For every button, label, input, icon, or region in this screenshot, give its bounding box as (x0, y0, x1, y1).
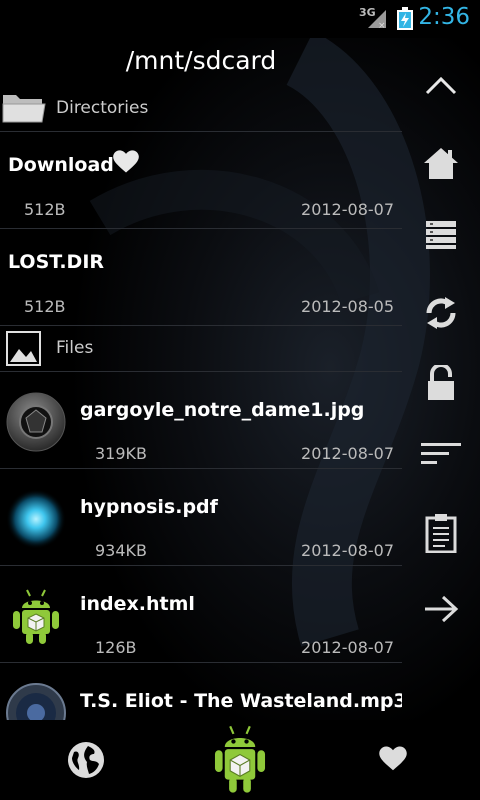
refresh-button[interactable] (412, 288, 470, 338)
sort-icon (421, 443, 461, 464)
lock-icon (428, 365, 454, 400)
favorite-heart-icon[interactable] (112, 148, 140, 176)
camera-aperture-icon (6, 392, 66, 452)
android-button[interactable] (205, 722, 275, 798)
up-arrow-icon (425, 76, 457, 95)
file-row[interactable]: T.S. Eliot - The Wasteland.mp3 (0, 663, 402, 720)
directory-size: 512B (24, 200, 66, 219)
directory-date: 2012-08-07 (301, 200, 394, 219)
file-date: 2012-08-07 (301, 541, 394, 560)
directory-row[interactable]: LOST.DIR 512B 2012-08-05 (0, 229, 402, 326)
clipboard-button[interactable] (412, 508, 470, 558)
list-view-icon (426, 221, 456, 249)
directory-size: 512B (24, 297, 66, 316)
lock-button[interactable] (412, 358, 470, 408)
file-name: hypnosis.pdf (80, 496, 218, 518)
list-view-button[interactable] (412, 210, 470, 260)
file-name: gargoyle_notre_dame1.jpg (80, 399, 365, 421)
directory-row[interactable]: Download 512B 2012-08-07 (0, 132, 402, 229)
file-size: 126B (95, 638, 137, 657)
web-button[interactable] (62, 736, 110, 784)
file-size: 319KB (95, 444, 148, 463)
sort-button[interactable] (412, 430, 470, 480)
file-date: 2012-08-07 (301, 444, 394, 463)
side-toolbar (404, 38, 480, 678)
refresh-icon (426, 297, 456, 329)
file-list[interactable]: Directories Download 512B 2012-08-07 LOS… (0, 86, 402, 720)
status-clock: 2:36 (418, 4, 470, 30)
battery-charging-icon (397, 7, 413, 30)
home-button[interactable] (412, 138, 470, 188)
file-name: index.html (80, 593, 195, 615)
signal-icon: × (368, 10, 386, 30)
status-bar: 3G × 2:36 (0, 0, 480, 38)
favorites-button[interactable] (370, 736, 416, 782)
file-row[interactable]: hypnosis.pdf 934KB 2012-08-07 (0, 469, 402, 566)
heart-icon (379, 746, 407, 771)
up-button[interactable] (412, 60, 470, 110)
svg-text:×: × (378, 21, 386, 30)
files-label: Files (56, 338, 94, 358)
android-robot-icon (214, 725, 266, 793)
forward-arrow-icon (425, 595, 459, 623)
directory-date: 2012-08-05 (301, 297, 394, 316)
bottom-bar (0, 720, 480, 800)
home-icon (424, 148, 458, 179)
file-row[interactable]: gargoyle_notre_dame1.jpg 319KB 2012-08-0… (0, 372, 402, 469)
file-date: 2012-08-07 (301, 638, 394, 657)
image-icon (6, 331, 41, 366)
glowing-orb-icon (6, 489, 66, 549)
speaker-icon (6, 683, 66, 720)
file-manager-screen: /mnt/sdcard Directories Download 512B 20… (0, 38, 480, 800)
directories-section-header: Directories (0, 86, 402, 132)
file-name: T.S. Eliot - The Wasteland.mp3 (80, 690, 402, 712)
folder-icon (2, 95, 46, 123)
files-section-header: Files (0, 326, 402, 372)
directory-name: Download (8, 154, 114, 176)
forward-button[interactable] (412, 584, 470, 634)
android-robot-icon (13, 589, 59, 644)
file-size: 934KB (95, 541, 148, 560)
directory-name: LOST.DIR (8, 251, 105, 273)
current-path-title: /mnt/sdcard (125, 46, 277, 75)
file-row[interactable]: index.html 126B 2012-08-07 (0, 566, 402, 663)
clipboard-icon (425, 514, 457, 553)
directories-label: Directories (56, 98, 149, 118)
globe-icon (68, 742, 104, 778)
